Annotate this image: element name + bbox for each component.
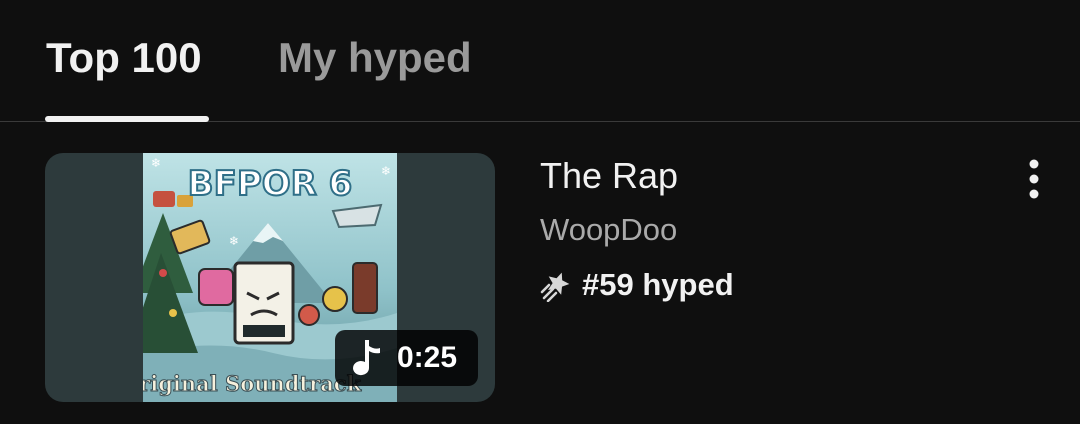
tab-bar: Top 100 My hyped (0, 0, 1080, 122)
hype-rocket-icon (540, 272, 570, 302)
music-note-icon (353, 340, 380, 376)
more-options-button[interactable] (1010, 152, 1058, 206)
hype-rank: #59 hyped (540, 265, 734, 305)
video-thumbnail[interactable]: BFPOR 6 ❄ ❄ ❄ Original Soundtrack 0:25 (45, 153, 495, 402)
tab-my-hyped[interactable]: My hyped (278, 30, 472, 86)
tab-top-100[interactable]: Top 100 (46, 30, 202, 86)
album-subtitle-text: Original Soundtrack (143, 371, 362, 396)
video-title[interactable]: The Rap (540, 154, 678, 198)
album-title-text: BFPOR 6 (188, 164, 353, 204)
svg-text:❄: ❄ (229, 234, 239, 248)
svg-text:❄: ❄ (381, 164, 391, 178)
list-item: BFPOR 6 ❄ ❄ ❄ Original Soundtrack 0:25 T… (0, 122, 1080, 424)
more-vertical-icon (1029, 159, 1039, 199)
svg-text:❄: ❄ (151, 156, 161, 170)
hype-rank-text: #59 hyped (582, 267, 734, 302)
duration-text: 0:25 (397, 341, 458, 374)
channel-name[interactable]: WoopDoo (540, 210, 677, 250)
duration-badge: 0:25 (335, 330, 478, 386)
